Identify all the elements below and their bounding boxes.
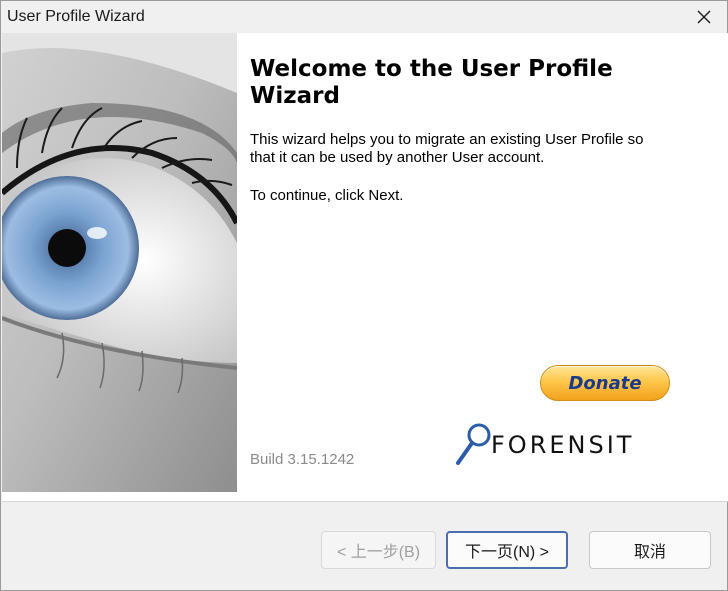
magnifier-icon [456,423,491,465]
build-number: Build 3.15.1242 [250,451,355,468]
forensit-logo[interactable]: FORENSIT [455,421,670,467]
wizard-content: Welcome to the User Profile Wizard This … [2,33,728,501]
page-title: Welcome to the User Profile Wizard [250,56,613,109]
close-icon [697,10,711,24]
eye-image [2,33,237,492]
close-button[interactable] [681,1,727,33]
window-title: User Profile Wizard [7,8,145,25]
donate-button[interactable]: Donate [540,365,670,401]
next-button[interactable]: 下一页(N) > [446,531,568,569]
instruction-text: To continue, click Next. [250,187,404,204]
wizard-window: User Profile Wizard Welcome to the User … [0,0,728,591]
title-bar: User Profile Wizard [1,1,727,33]
footer-divider [2,501,728,502]
back-button[interactable]: < 上一步(B) [321,531,436,569]
cancel-button[interactable]: 取消 [589,531,711,569]
description-text: This wizard helps you to migrate an exis… [250,131,644,166]
welcome-pane: Welcome to the User Profile Wizard This … [250,33,720,492]
logo-text: FORENSIT [491,431,635,459]
